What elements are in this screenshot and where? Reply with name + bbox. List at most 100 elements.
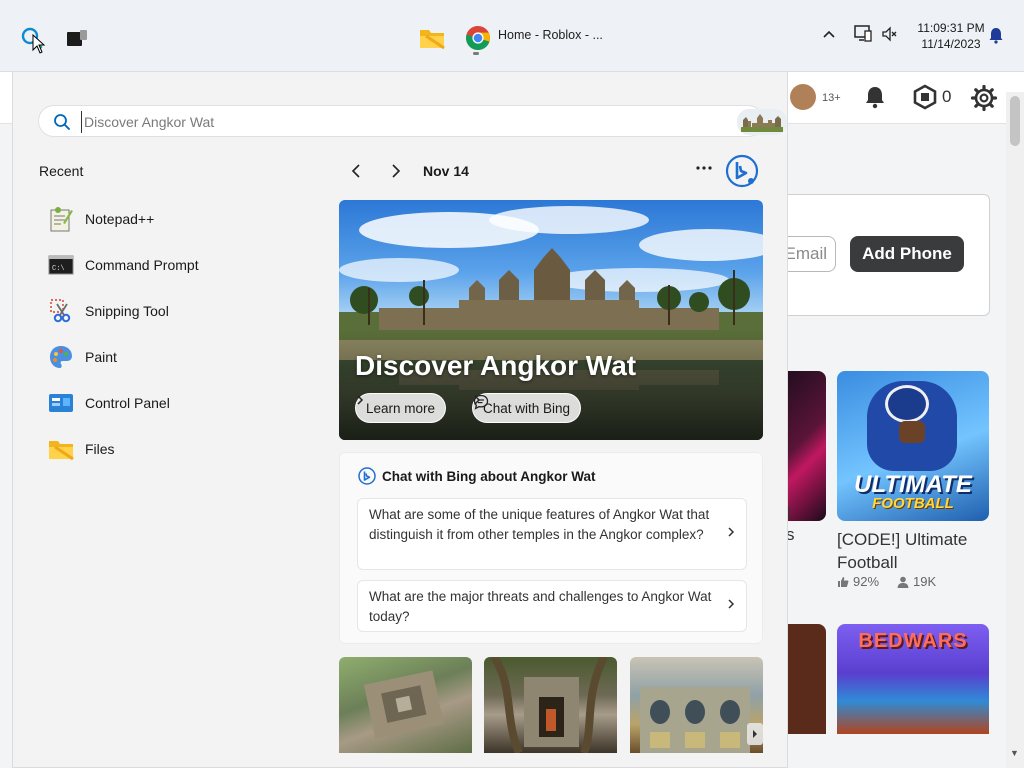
- control-panel-icon: [47, 389, 75, 417]
- game-name[interactable]: [CODE!] Ultimate Football: [837, 528, 997, 574]
- chevron-right-icon: [727, 596, 735, 616]
- recent-item-command-prompt[interactable]: C:\ Command Prompt: [45, 242, 325, 288]
- running-indicator: [473, 52, 479, 55]
- bing-icon: [725, 154, 759, 188]
- recent-item-label: Notepad++: [85, 211, 155, 227]
- taskbar-clock[interactable]: 11:09:31 PM 11/14/2023: [906, 20, 996, 52]
- recent-item-label: Command Prompt: [85, 257, 199, 273]
- taskbar-window-title[interactable]: Home - Roblox - ...: [498, 28, 603, 42]
- page-scrollbar-thumb[interactable]: [1010, 96, 1020, 146]
- page-scrollbar[interactable]: [1006, 92, 1024, 768]
- recent-item-control-panel[interactable]: Control Panel: [45, 380, 325, 426]
- hero-shade: [339, 330, 763, 440]
- suggested-question[interactable]: What are the major threats and challenge…: [357, 580, 747, 632]
- search-icon: [53, 113, 71, 136]
- related-images-next-button[interactable]: [747, 723, 763, 745]
- game-stats: 92% 19K: [837, 574, 936, 589]
- chevron-up-icon: [823, 30, 835, 38]
- game-tile-ultimate-football[interactable]: ULTIMATE FOOTBALL: [837, 371, 989, 521]
- taskbar-search-button[interactable]: [14, 20, 50, 56]
- roblox-notifications-button[interactable]: [862, 84, 888, 115]
- hero-title: Discover Angkor Wat: [355, 350, 637, 381]
- highlights-date: Nov 14: [423, 163, 469, 179]
- speaker-muted-icon: [882, 26, 897, 42]
- robux-count: 0: [942, 87, 952, 106]
- game-tile-bedwars[interactable]: BEDWARS: [837, 624, 989, 734]
- angkor-wat-thumbnail-icon: [737, 109, 787, 135]
- clock-time: 11:09:31 PM: [917, 21, 985, 35]
- show-hidden-icons-button[interactable]: [822, 26, 836, 42]
- chat-with-bing-button[interactable]: Chat with Bing: [472, 393, 582, 423]
- taskbar-chrome-button[interactable]: [460, 20, 496, 56]
- related-image-ta-prohm[interactable]: [484, 657, 617, 753]
- add-phone-button[interactable]: Add Phone: [850, 236, 964, 272]
- more-options-button[interactable]: [691, 158, 717, 180]
- svg-text:C:\: C:\: [52, 265, 65, 273]
- related-image-casa-batllo[interactable]: [630, 657, 763, 753]
- recent-item-files[interactable]: Files: [45, 426, 325, 472]
- bing-icon: [358, 467, 376, 485]
- previous-day-button[interactable]: [345, 160, 367, 182]
- game-tile-partial[interactable]: [786, 371, 826, 521]
- bell-icon: [989, 28, 1003, 44]
- recent-item-label: Control Panel: [85, 395, 170, 411]
- notepad-plus-plus-icon: [47, 205, 75, 233]
- task-view-button[interactable]: [60, 22, 94, 56]
- bing-chat-button[interactable]: [725, 154, 759, 188]
- chevron-right-icon: [357, 395, 364, 405]
- clock-date: 11/14/2023: [921, 37, 981, 51]
- chevron-right-icon: [753, 730, 757, 738]
- game-players-value: 19K: [913, 574, 937, 589]
- game-rating-value: 92%: [853, 574, 880, 589]
- chevron-right-icon: [474, 395, 481, 405]
- game-thumbnail-helmet: [885, 385, 929, 423]
- chevron-left-icon: [351, 164, 360, 178]
- related-image-aerial-temple[interactable]: [339, 657, 472, 753]
- game-rating: 92%: [837, 574, 879, 589]
- hero-card-angkor-wat[interactable]: Discover Angkor Wat Learn more Chat with…: [339, 200, 763, 440]
- settings-button[interactable]: [970, 84, 998, 117]
- robux-button[interactable]: [912, 84, 938, 115]
- bing-chat-card-title: Chat with Bing about Angkor Wat: [382, 468, 596, 484]
- robux-icon: [913, 84, 937, 110]
- game2-logo: BEDWARS: [858, 630, 968, 652]
- task-view-icon: [67, 30, 87, 46]
- next-day-button[interactable]: [385, 160, 407, 182]
- thumbs-up-icon: [838, 576, 849, 587]
- casa-batllo-image: [640, 687, 750, 753]
- recent-item-paint[interactable]: Paint: [45, 334, 325, 380]
- avatar[interactable]: [790, 84, 816, 110]
- suggested-question-text: What are some of the unique features of …: [369, 507, 710, 542]
- learn-more-button[interactable]: Learn more: [355, 393, 447, 423]
- display-tray-button[interactable]: [853, 24, 873, 47]
- game-tile-partial-2[interactable]: [786, 624, 826, 734]
- gear-icon: [970, 84, 998, 112]
- chat-with-bing-label: Chat with Bing: [483, 400, 571, 416]
- suggested-question-text: What are the major threats and challenge…: [369, 589, 712, 624]
- related-images-row: [339, 657, 763, 768]
- aerial-temple-image: [363, 670, 444, 739]
- recent-item-label: Files: [85, 441, 115, 457]
- recent-item-label: Snipping Tool: [85, 303, 169, 319]
- taskbar-files-button[interactable]: [414, 20, 450, 56]
- paint-icon: [47, 343, 75, 371]
- search-input[interactable]: [81, 111, 661, 133]
- suggested-question[interactable]: What are some of the unique features of …: [357, 498, 747, 570]
- learn-more-label: Learn more: [366, 400, 436, 416]
- recent-item-label: Paint: [85, 349, 117, 365]
- scroll-down-arrow[interactable]: ▼: [1010, 748, 1019, 758]
- recent-section-title: Recent: [39, 163, 84, 179]
- bell-icon: [866, 87, 884, 109]
- notifications-button[interactable]: [988, 26, 1004, 49]
- recent-item-notepad-plus-plus[interactable]: Notepad++: [45, 196, 325, 242]
- volume-tray-button[interactable]: [881, 26, 897, 47]
- more-dots-icon: [696, 166, 712, 170]
- search-box[interactable]: [38, 105, 787, 137]
- recent-item-snipping-tool[interactable]: Snipping Tool: [45, 288, 325, 334]
- bing-chat-card-header: Chat with Bing about Angkor Wat: [358, 467, 595, 485]
- windows-search-panel: Recent Notepad++ C:\ Command P: [12, 72, 788, 768]
- files-icon: [47, 435, 75, 463]
- taskbar: Home - Roblox - ... 11:09:31 PM 11/14/20…: [0, 0, 1024, 72]
- chrome-icon: [466, 26, 490, 50]
- mouse-cursor-icon: [32, 34, 46, 54]
